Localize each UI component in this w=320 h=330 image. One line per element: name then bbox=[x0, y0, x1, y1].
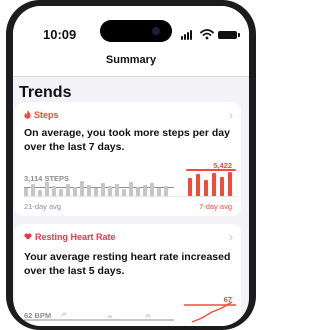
heart-point bbox=[145, 314, 151, 318]
status-time: 10:09 bbox=[43, 27, 77, 42]
dynamic-island bbox=[100, 20, 172, 42]
steps-bar bbox=[73, 187, 77, 196]
heart-card-header: Resting Heart Rate bbox=[24, 232, 116, 242]
steps-7day-avg-line bbox=[186, 169, 236, 171]
heart-description: Your average resting heart rate increase… bbox=[24, 251, 231, 277]
steps-bar bbox=[157, 188, 161, 196]
steps-bar bbox=[129, 182, 133, 196]
steps-bar bbox=[31, 184, 35, 196]
heart-rate-chart bbox=[24, 301, 236, 323]
steps-description: On average, you took more steps per day … bbox=[24, 127, 230, 153]
heart-point bbox=[107, 315, 113, 319]
steps-bar bbox=[115, 184, 119, 196]
steps-bar bbox=[122, 189, 126, 196]
heart-point bbox=[61, 312, 67, 317]
flame-icon bbox=[24, 110, 31, 120]
steps-bar bbox=[164, 186, 168, 196]
heart-icon bbox=[24, 232, 32, 242]
steps-bar-chart bbox=[24, 172, 236, 196]
steps-bar bbox=[24, 188, 28, 196]
steps-bar bbox=[87, 185, 91, 196]
steps-card-title: Steps bbox=[34, 110, 59, 120]
battery-icon bbox=[218, 31, 240, 39]
chevron-right-icon: › bbox=[229, 230, 233, 244]
steps-bar bbox=[66, 184, 70, 196]
steps-bar bbox=[52, 186, 56, 196]
wifi-icon bbox=[200, 29, 214, 40]
steps-bar bbox=[150, 183, 154, 196]
steps-bar bbox=[80, 181, 84, 196]
steps-bar-recent bbox=[220, 177, 224, 196]
steps-bar-recent bbox=[204, 180, 208, 196]
status-bar: 10:09 bbox=[13, 6, 249, 46]
steps-bar-recent bbox=[188, 178, 192, 196]
nav-bar: Summary bbox=[13, 46, 249, 77]
signal-icon bbox=[181, 30, 195, 40]
section-title: Trends bbox=[19, 84, 72, 101]
steps-bar bbox=[108, 186, 112, 196]
steps-card-header: Steps bbox=[24, 110, 59, 120]
phone-screen: 10:09 Summary Trends Steps › On average,… bbox=[13, 6, 249, 326]
steps-bar bbox=[136, 187, 140, 196]
chevron-right-icon: › bbox=[229, 108, 233, 122]
steps-footer-21day: 21-day avg bbox=[24, 202, 62, 211]
steps-bar bbox=[59, 189, 63, 196]
steps-chart-axis bbox=[24, 196, 236, 197]
heart-card-title: Resting Heart Rate bbox=[35, 232, 116, 242]
nav-title: Summary bbox=[105, 54, 157, 66]
camera-icon bbox=[152, 27, 160, 35]
steps-bar-recent bbox=[228, 172, 232, 196]
steps-trend-card[interactable]: Steps › On average, you took more steps … bbox=[15, 102, 241, 216]
steps-bar bbox=[101, 183, 105, 196]
status-icons bbox=[181, 28, 241, 40]
steps-bar bbox=[143, 185, 147, 196]
steps-bar bbox=[94, 188, 98, 196]
steps-footer-7day: 7-day avg bbox=[199, 202, 232, 211]
steps-bar bbox=[45, 182, 49, 196]
steps-bar-recent bbox=[212, 173, 216, 196]
steps-bar-recent bbox=[196, 174, 200, 196]
